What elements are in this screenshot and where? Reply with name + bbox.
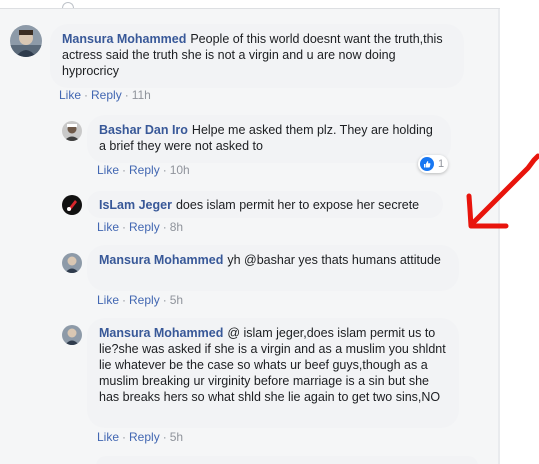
comment-author[interactable]: Mansura Mohammed [62,32,186,46]
comment-actions: Like · Reply · 10h [97,163,190,177]
user-avatar-icon[interactable] [62,325,82,345]
comment-actions: Like · Reply · 11h [59,88,151,102]
comment-author[interactable]: IsLam Jeger [99,198,172,212]
like-link[interactable]: Like [97,163,119,177]
comment-author[interactable]: Mansura Mohammed [99,253,223,267]
next-comment-edge [96,456,478,464]
reply-link[interactable]: Reply [129,163,160,177]
comment-bubble: Mansura Mohammed @ islam jeger,does islam… [87,318,459,428]
reply-link[interactable]: Reply [129,220,160,234]
red-arrow-icon [466,153,539,229]
comment-timestamp[interactable]: 8h [170,220,183,234]
comment-author[interactable]: Mansura Mohammed [99,326,223,340]
comment-author[interactable]: Bashar Dan Iro [99,123,188,137]
comment-timestamp[interactable]: 5h [170,430,183,444]
user-avatar-icon[interactable] [10,25,42,57]
like-link[interactable]: Like [97,293,119,307]
user-avatar-icon[interactable] [62,195,82,215]
comment-bubble: IsLam Jeger does islam permit her to expo… [87,191,443,218]
comment-text: does islam permit her to expose her secr… [175,198,420,212]
previous-comment-edge [0,0,500,9]
like-link[interactable]: Like [97,220,119,234]
like-link[interactable]: Like [59,88,81,102]
reply-link[interactable]: Reply [129,430,160,444]
like-link[interactable]: Like [97,430,119,444]
comment-timestamp[interactable]: 11h [132,88,151,102]
comment-text: yh @bashar yes thats humans attitude [227,253,441,267]
comment-bubble: Mansura Mohammed People of this world doe… [50,24,464,88]
comment-timestamp[interactable]: 10h [170,163,190,177]
comment-actions: Like · Reply · 5h [97,293,184,307]
comment-bubble: Mansura Mohammed yh @bashar yes thats hum… [87,245,459,291]
user-avatar-icon[interactable] [62,121,82,141]
comment-bubble: Bashar Dan Iro Helpe me asked them plz. T… [87,115,451,163]
comment-actions: Like · Reply · 5h [97,430,184,444]
reaction-number: 1 [438,158,445,170]
collapsed-avatar-icon [62,2,74,8]
user-avatar-icon[interactable] [62,253,82,273]
comment-timestamp[interactable]: 5h [170,293,183,307]
like-reaction-icon [420,157,434,171]
reply-link[interactable]: Reply [91,88,122,102]
reply-link[interactable]: Reply [129,293,160,307]
comment-actions: Like · Reply · 8h [97,220,184,234]
reaction-count[interactable]: 1 [418,155,449,173]
